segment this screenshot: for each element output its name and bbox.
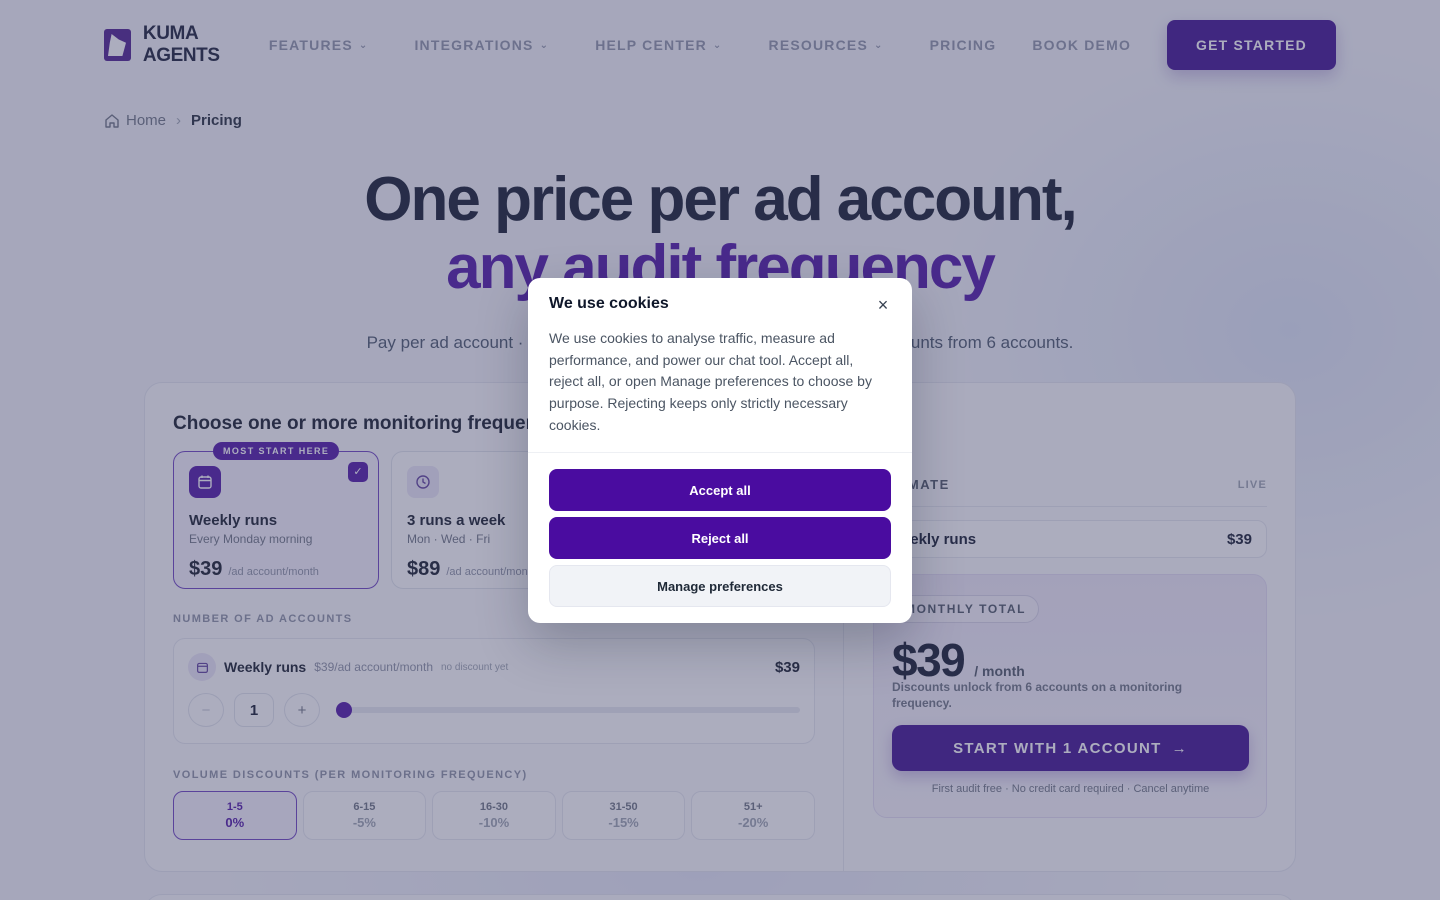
reject-all-button[interactable]: Reject all — [549, 517, 891, 559]
manage-preferences-button[interactable]: Manage preferences — [549, 565, 891, 607]
cookie-dialog-title: We use cookies — [549, 295, 669, 312]
divider — [528, 452, 912, 453]
accept-all-button[interactable]: Accept all — [549, 469, 891, 511]
pricing-page: KUMA AGENTS FEATURES ⌄ INTEGRATIONS ⌄ HELP… — [0, 0, 1440, 900]
cookie-consent-dialog: We use cookies × We use cookies to analy… — [528, 278, 912, 623]
close-icon[interactable]: × — [874, 296, 892, 314]
cookie-dialog-body: We use cookies to analyse traffic, measu… — [549, 330, 872, 433]
